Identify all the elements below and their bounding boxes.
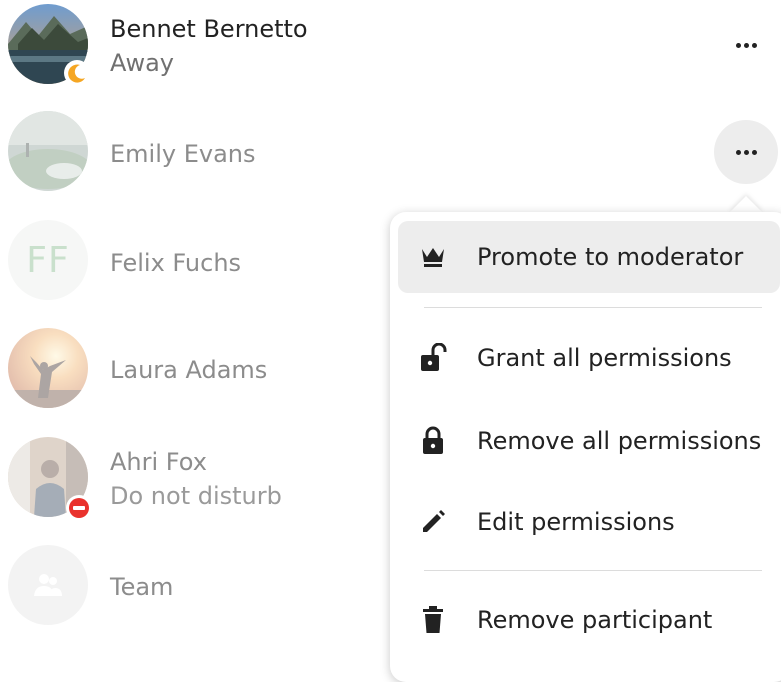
participant-name: Team (110, 573, 174, 601)
more-options-button[interactable] (714, 120, 778, 184)
menu-item-label: Grant all permissions (477, 344, 732, 372)
menu-item-remove-participant[interactable]: Remove participant (398, 584, 780, 656)
crown-icon (418, 242, 448, 272)
trash-icon (418, 605, 448, 635)
participant-name: Felix Fuchs (110, 249, 242, 277)
participant-name: Bennet Bernetto (110, 15, 308, 43)
more-icon (735, 42, 757, 48)
menu-item-edit-permissions[interactable]: Edit permissions (398, 486, 780, 558)
menu-item-grant-all-permissions[interactable]: Grant all permissions (398, 322, 780, 394)
avatar (8, 328, 88, 408)
menu-item-label: Edit permissions (477, 508, 675, 536)
lock-icon (418, 426, 448, 456)
pencil-icon (418, 507, 448, 537)
avatar: FF (8, 220, 88, 300)
participant-status: Do not disturb (110, 482, 282, 510)
menu-item-promote-to-moderator[interactable]: Promote to moderator (398, 221, 780, 293)
more-options-button[interactable] (714, 13, 778, 77)
more-icon (735, 149, 757, 155)
participant-name: Laura Adams (110, 356, 268, 384)
away-status-icon (64, 60, 90, 86)
participant-name: Ahri Fox (110, 448, 207, 476)
menu-item-remove-all-permissions[interactable]: Remove all permissions (398, 405, 780, 477)
group-icon (34, 574, 62, 596)
menu-item-label: Promote to moderator (477, 243, 744, 271)
participant-row[interactable]: Emily Evans (0, 105, 781, 205)
menu-divider (424, 570, 762, 571)
menu-pointer (729, 196, 763, 213)
avatar (8, 111, 88, 191)
avatar (8, 545, 88, 625)
lock-open-icon (418, 343, 448, 373)
avatar-initials: FF (26, 239, 70, 281)
participant-name: Emily Evans (110, 140, 256, 168)
participant-row[interactable]: Bennet Bernetto Away (0, 0, 781, 100)
menu-item-label: Remove participant (477, 606, 713, 634)
menu-divider (424, 307, 762, 308)
participant-status: Away (110, 49, 174, 77)
do-not-disturb-icon (66, 495, 92, 521)
menu-item-label: Remove all permissions (477, 427, 762, 455)
